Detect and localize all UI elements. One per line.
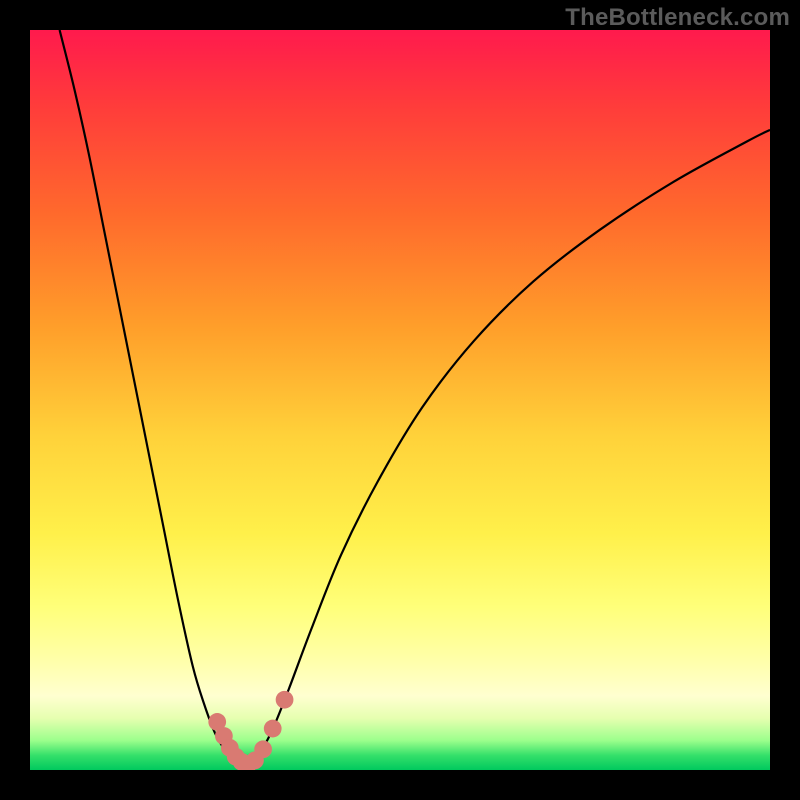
marker-dot [264, 720, 282, 738]
chart-frame: TheBottleneck.com [0, 0, 800, 800]
watermark-text: TheBottleneck.com [565, 4, 790, 32]
curve-layer [30, 30, 770, 770]
marker-dots [208, 691, 293, 770]
curve-left [60, 30, 245, 766]
marker-dot [276, 691, 294, 709]
plot-area [30, 30, 770, 770]
curve-right [245, 130, 770, 766]
marker-dot [254, 740, 272, 758]
